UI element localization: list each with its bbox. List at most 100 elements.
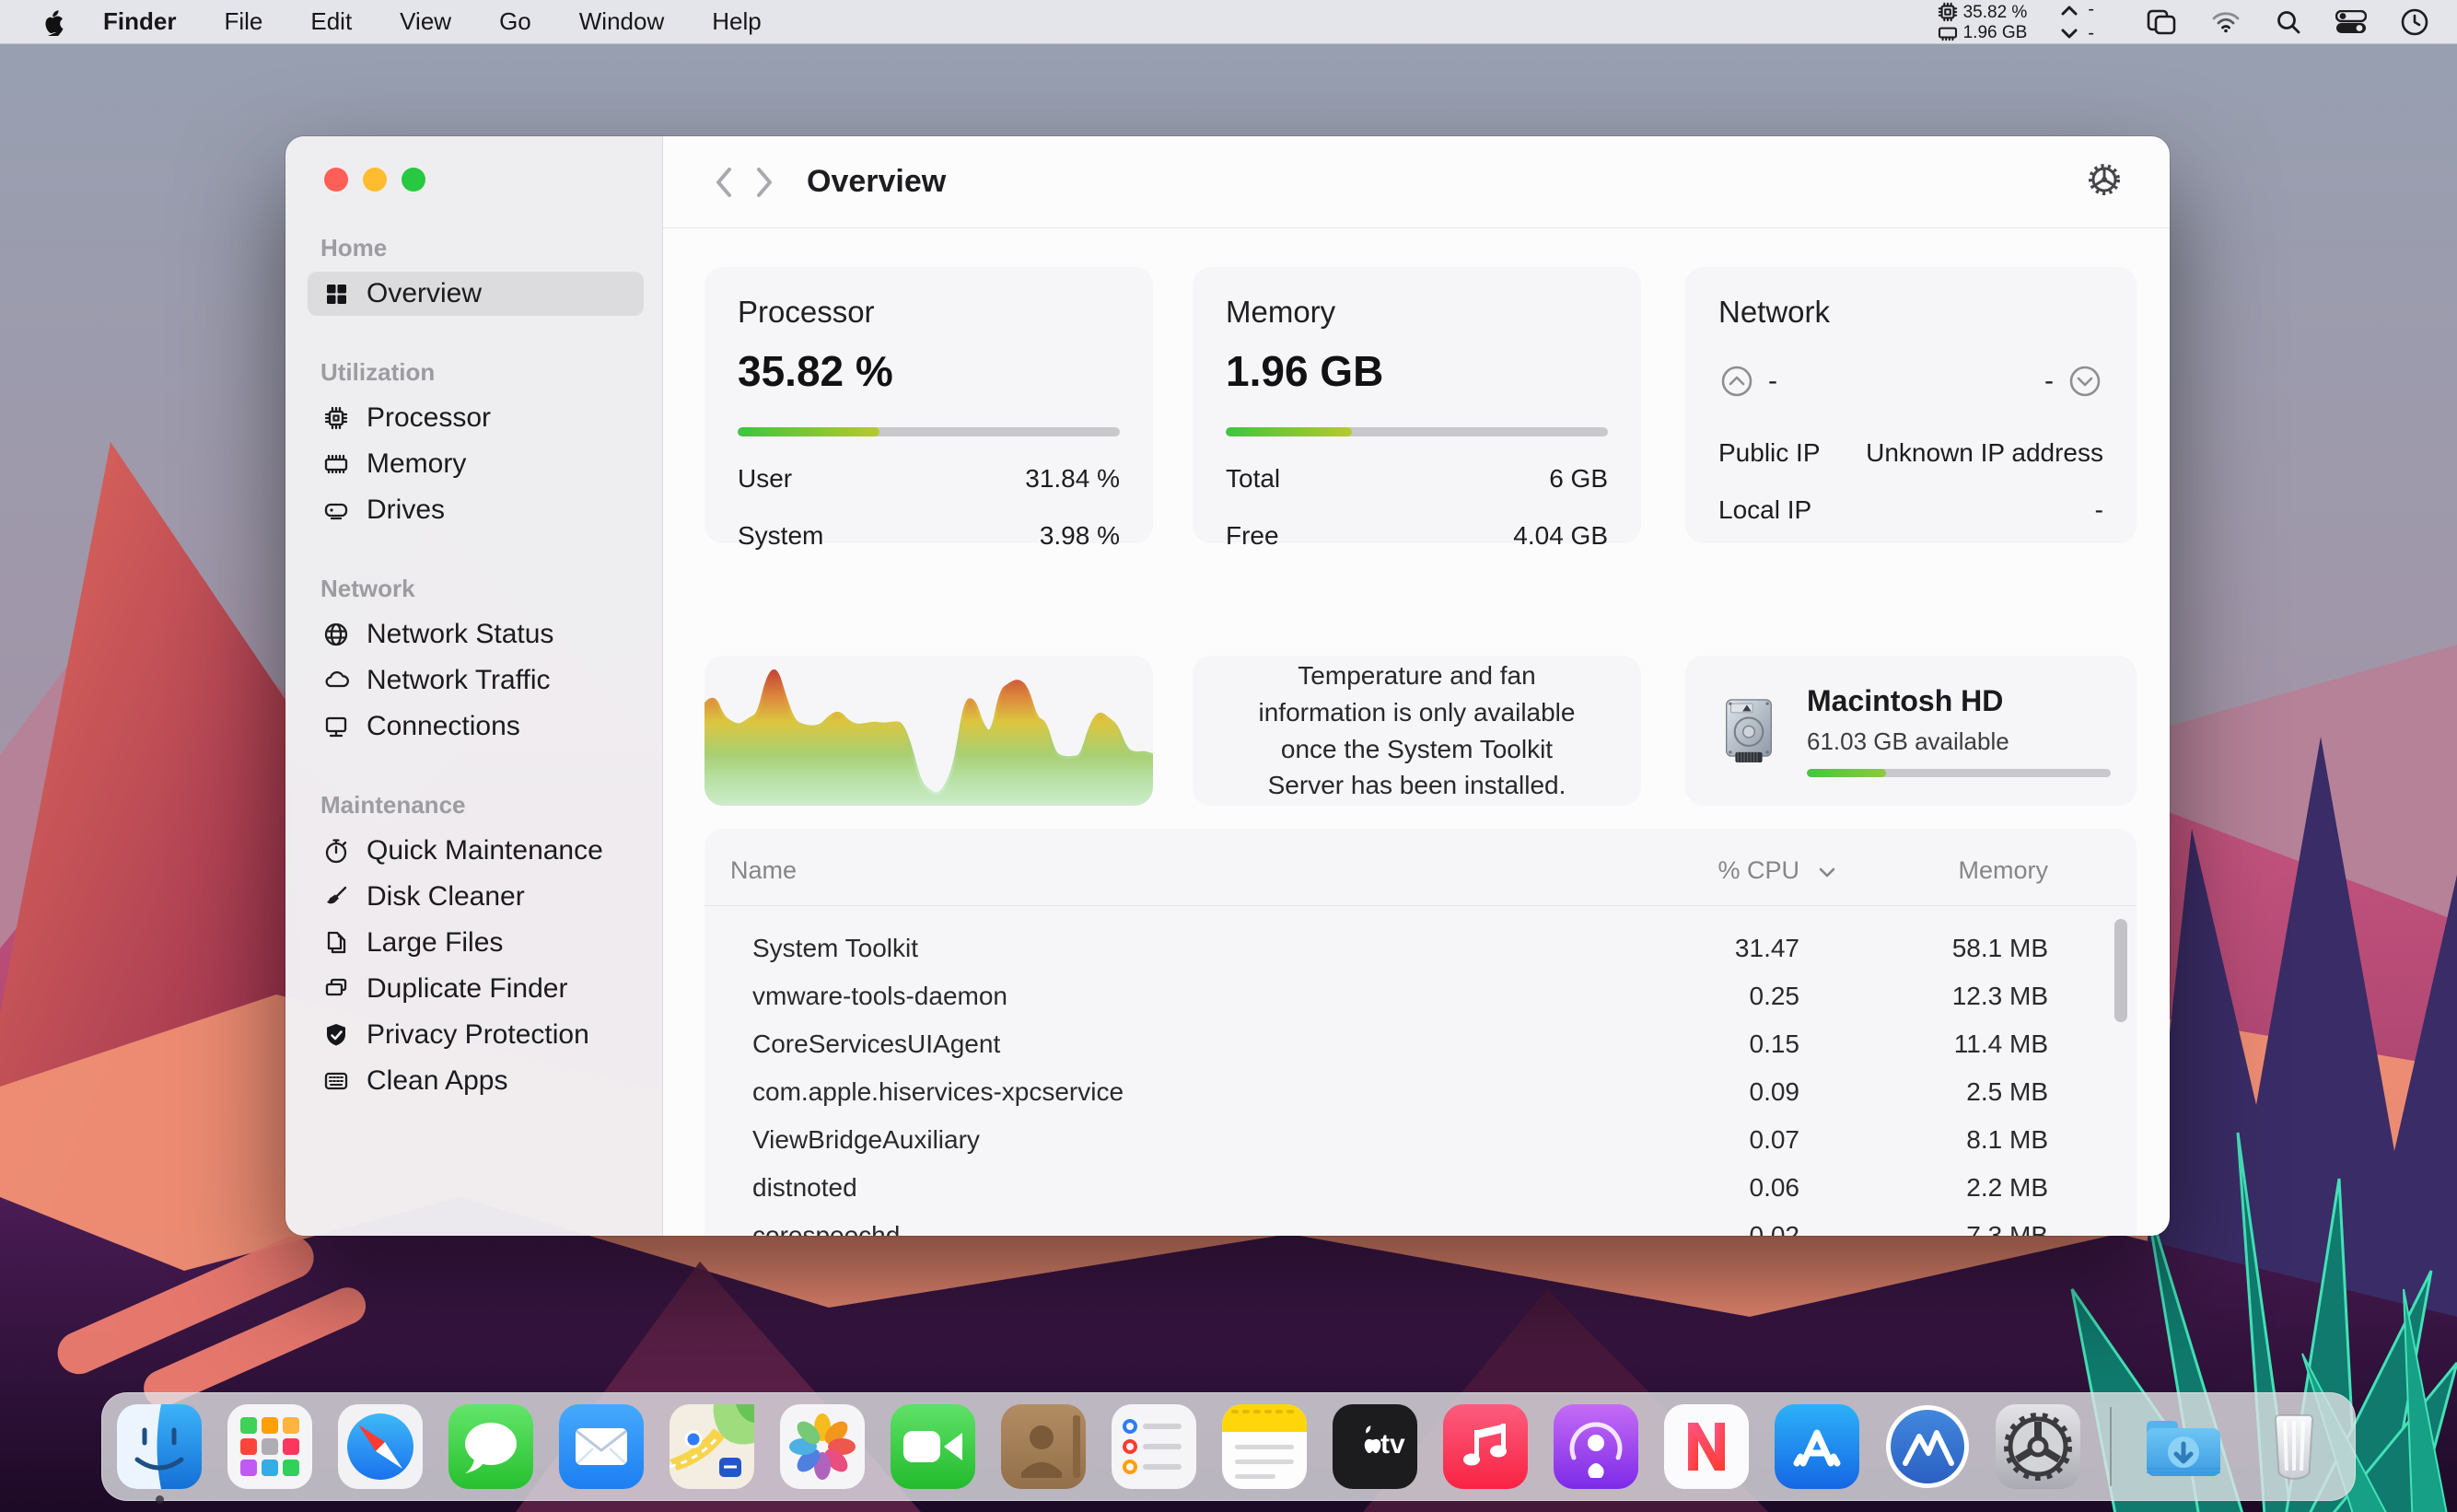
- menubar-memory-value: 1.96 GB: [1962, 23, 2028, 42]
- dock-messages-icon[interactable]: [447, 1402, 535, 1491]
- running-indicator: [156, 1495, 164, 1504]
- sidebar-item-label: Overview: [367, 278, 483, 308]
- menu-window[interactable]: Window: [555, 7, 688, 36]
- sidebar-item-label: Disk Cleaner: [367, 881, 525, 912]
- clock-icon[interactable]: [2400, 7, 2429, 37]
- toolbar: Overview: [663, 136, 2170, 228]
- column-cpu-sort[interactable]: % CPU: [1615, 856, 1799, 885]
- sidebar-item-network-traffic[interactable]: Network Traffic: [308, 658, 644, 703]
- brush-icon: [327, 886, 347, 904]
- user-value: 31.84 %: [1025, 464, 1120, 493]
- menu-go[interactable]: Go: [475, 7, 555, 36]
- dock-photos-icon[interactable]: [778, 1402, 867, 1491]
- table-row[interactable]: System Toolkit 31.47 58.1 MB: [704, 925, 2137, 972]
- sidebar-item-large-files[interactable]: Large Files: [308, 921, 644, 965]
- gear-icon: [2089, 164, 2120, 195]
- dock-music-icon[interactable]: [1441, 1402, 1530, 1491]
- disk-card: Macintosh HD 61.03 GB available: [1685, 656, 2137, 806]
- close-button[interactable]: [324, 168, 348, 192]
- sidebar-item-memory[interactable]: Memory: [308, 442, 644, 486]
- dock-facetime-icon[interactable]: [889, 1402, 977, 1491]
- disk-progress-bar: [1807, 769, 2111, 777]
- menu-file[interactable]: File: [200, 7, 286, 36]
- sidebar-item-quick-maintenance[interactable]: Quick Maintenance: [308, 829, 644, 873]
- dock-launchpad-icon[interactable]: [226, 1402, 314, 1491]
- sidebar-item-label: Drives: [367, 494, 446, 525]
- sidebar-item-overview[interactable]: Overview: [308, 272, 644, 316]
- sidebar-section-home: Home: [320, 234, 388, 262]
- dock-podcasts-icon[interactable]: [1552, 1402, 1640, 1491]
- sidebar-item-network-status[interactable]: Network Status: [308, 612, 644, 657]
- network-menu-extra[interactable]: - -: [2060, 0, 2094, 44]
- page-title: Overview: [807, 164, 947, 199]
- control-center-icon[interactable]: [2335, 9, 2367, 34]
- table-row[interactable]: com.apple.hiservices-xpcservice 0.09 2.5 M…: [704, 1068, 2137, 1116]
- grid-icon: [327, 285, 346, 304]
- sort-chevron-icon[interactable]: [1799, 856, 1855, 885]
- total-value: 6 GB: [1549, 464, 1608, 493]
- menu-edit[interactable]: Edit: [286, 7, 376, 36]
- dock-system-toolkit-icon[interactable]: [1883, 1402, 1972, 1491]
- dock-finder-icon[interactable]: [115, 1402, 204, 1504]
- dock-news-icon[interactable]: [1662, 1402, 1751, 1491]
- dock-safari-icon[interactable]: [336, 1402, 425, 1491]
- ram-icon: [324, 454, 348, 474]
- display-icon: [325, 716, 347, 738]
- sidebar-section-maintenance: Maintenance: [320, 791, 466, 819]
- sidebar-item-processor[interactable]: Processor: [308, 396, 644, 440]
- back-button[interactable]: [704, 157, 744, 207]
- dock-system-preferences-icon[interactable]: [1994, 1402, 2082, 1491]
- spotlight-search-icon[interactable]: [2275, 8, 2302, 36]
- upload-chevron-icon: [2061, 6, 2078, 15]
- apple-menu[interactable]: [28, 8, 79, 36]
- sidebar-item-disk-cleaner[interactable]: Disk Cleaner: [308, 875, 644, 919]
- menu-help[interactable]: Help: [688, 7, 785, 36]
- drive-icon: [324, 503, 348, 520]
- free-value: 4.04 GB: [1513, 521, 1608, 550]
- dock-downloads-icon[interactable]: [2139, 1402, 2228, 1491]
- cpu-area-chart: [704, 669, 1153, 806]
- zoom-button[interactable]: [402, 168, 425, 192]
- table-row[interactable]: corespeechd 0.02 7.3 MB: [704, 1212, 2137, 1236]
- dock-maps-icon[interactable]: [668, 1402, 756, 1491]
- process-table-card: Name % CPU Memory System Toolkit 31.47 58.…: [704, 829, 2137, 1236]
- svg-text:tv: tv: [1380, 1429, 1405, 1460]
- screen-mirroring-icon[interactable]: [2146, 8, 2177, 36]
- dock-trash-icon[interactable]: [2250, 1402, 2338, 1491]
- memory-progress-bar: [1226, 427, 1608, 436]
- dock-contacts-icon[interactable]: [999, 1402, 1088, 1491]
- column-memory[interactable]: Memory: [1855, 856, 2048, 885]
- table-row[interactable]: distnoted 0.06 2.2 MB: [704, 1164, 2137, 1212]
- minimize-button[interactable]: [363, 168, 387, 192]
- download-chevron-icon: [2061, 29, 2078, 38]
- sidebar-item-drives[interactable]: Drives: [308, 488, 644, 532]
- dock-notes-icon[interactable]: [1220, 1402, 1309, 1491]
- processor-history-chart: [704, 656, 1153, 806]
- free-label: Free: [1226, 521, 1279, 550]
- system-toolkit-menu-extra[interactable]: 35.82 % 1.96 GB: [1938, 2, 2028, 42]
- sidebar-item-duplicate-finder[interactable]: Duplicate Finder: [308, 967, 644, 1011]
- dock-mail-icon[interactable]: [557, 1402, 646, 1491]
- sidebar-item-connections[interactable]: Connections: [308, 704, 644, 749]
- menu-view[interactable]: View: [376, 7, 475, 36]
- settings-button[interactable]: [2085, 160, 2124, 204]
- wifi-icon[interactable]: [2210, 10, 2242, 34]
- cloud-icon: [325, 671, 349, 688]
- table-row[interactable]: vmware-tools-daemon 0.25 12.3 MB: [704, 972, 2137, 1020]
- memory-icon: [1938, 27, 1957, 41]
- sidebar-item-clean-apps[interactable]: Clean Apps: [308, 1059, 644, 1103]
- chevron-left-icon: [716, 167, 731, 197]
- system-toolkit-window: Home Overview Utilization Processor Memo…: [285, 136, 2170, 1236]
- dock-app-store-icon[interactable]: [1773, 1402, 1861, 1491]
- card-title: Memory: [1226, 295, 1336, 329]
- dock-reminders-icon[interactable]: [1110, 1402, 1198, 1491]
- dock-tv-icon[interactable]: tv: [1331, 1402, 1419, 1491]
- sidebar-item-privacy-protection[interactable]: Privacy Protection: [308, 1013, 644, 1057]
- scrollbar-thumb[interactable]: [2114, 919, 2127, 1022]
- sidebar-item-label: Network Status: [367, 619, 554, 649]
- forward-button[interactable]: [744, 157, 785, 207]
- table-row[interactable]: ViewBridgeAuxiliary 0.07 8.1 MB: [704, 1116, 2137, 1164]
- table-row[interactable]: CoreServicesUIAgent 0.15 11.4 MB: [704, 1020, 2137, 1068]
- sidebar-item-label: Memory: [367, 448, 467, 479]
- menu-finder[interactable]: Finder: [79, 7, 200, 36]
